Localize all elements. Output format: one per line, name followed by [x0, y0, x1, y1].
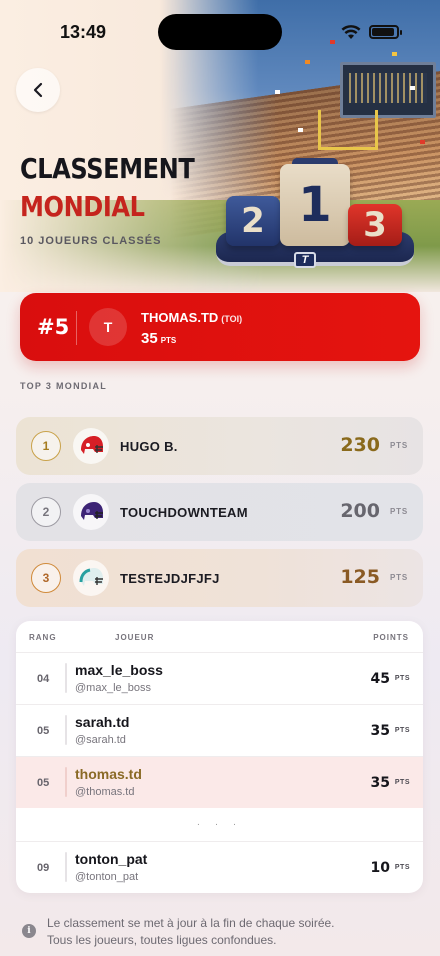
my-points-value: 35	[141, 330, 158, 347]
top3-card[interactable]: 3 TESTEJDJFJFJ 125 PTS	[16, 549, 423, 607]
confetti	[392, 52, 397, 56]
row-points-unit: PTS	[394, 675, 410, 682]
helmet-icon	[73, 494, 109, 530]
goalpost-graphic	[318, 110, 378, 150]
row-points-unit: PTS	[394, 864, 410, 871]
status-time: 13:49	[60, 22, 107, 42]
footer-note-line1: Le classement se met à jour à la fin de …	[47, 916, 335, 930]
row-divider	[65, 715, 67, 745]
leaderboard-table: RANG JOUEUR POINTS 04 max_le_boss @max_l…	[16, 621, 423, 893]
player-points: 230	[340, 434, 380, 456]
row-handle: @sarah.td	[75, 734, 126, 746]
ellipsis-separator: · · ·	[196, 819, 243, 830]
avatar: T	[89, 308, 127, 346]
row-points: 45	[370, 671, 390, 687]
helmet-icon	[73, 428, 109, 464]
back-button[interactable]	[16, 68, 60, 112]
row-name: thomas.td	[75, 766, 142, 782]
confetti	[420, 140, 425, 144]
row-name: max_le_boss	[75, 662, 163, 678]
confetti	[305, 60, 310, 64]
points-unit: PTS	[390, 507, 408, 516]
row-handle: @thomas.td	[75, 786, 135, 798]
wifi-icon	[341, 25, 361, 39]
my-username: THOMAS.TD	[141, 310, 219, 325]
confetti	[410, 86, 415, 90]
podium-graphic: 2 1 3 T	[212, 150, 416, 274]
table-row-current-user[interactable]: 05 thomas.td @thomas.td 35 PTS	[16, 756, 423, 808]
player-points: 125	[340, 566, 380, 588]
row-points: 35	[370, 723, 390, 739]
player-name: TESTEJDJFJFJ	[120, 571, 220, 586]
players-count: 10 JOUEURS CLASSÉS	[20, 235, 162, 247]
top3-section-label: TOP 3 MONDIAL	[20, 381, 108, 391]
confetti	[330, 40, 335, 44]
my-rank: #5	[37, 315, 70, 339]
rank-badge: 1	[31, 431, 61, 461]
row-rank: 05	[37, 777, 50, 789]
podium-third: 3	[348, 204, 402, 246]
podium-second-label: 2	[241, 201, 265, 241]
podium-second: 2	[226, 196, 280, 246]
player-name: HUGO B.	[120, 439, 178, 454]
row-name: tonton_pat	[75, 851, 148, 867]
my-points-unit: PTS	[160, 336, 177, 345]
table-row[interactable]: 04 max_le_boss @max_le_boss 45 PTS	[16, 652, 423, 704]
page-title-line2: MONDIAL	[20, 190, 145, 223]
row-rank: 05	[37, 725, 50, 737]
table-row[interactable]: 09 tonton_pat @tonton_pat 10 PTS	[16, 841, 423, 893]
row-points: 35	[370, 775, 390, 791]
row-points-unit: PTS	[394, 779, 410, 786]
divider	[76, 311, 77, 345]
column-header-points: POINTS	[373, 633, 409, 642]
battery-icon	[369, 25, 402, 39]
points-unit: PTS	[390, 573, 408, 582]
row-points-unit: PTS	[394, 727, 410, 734]
player-points: 200	[340, 500, 380, 522]
column-header-player: JOUEUR	[115, 633, 155, 642]
row-divider	[65, 767, 67, 797]
row-name: sarah.td	[75, 714, 130, 730]
helmet-icon	[73, 560, 109, 596]
rank-badge: 3	[31, 563, 61, 593]
page-title-line1: CLASSEMENT	[20, 152, 195, 185]
footer-note-line2: Tous les joueurs, toutes ligues confondu…	[47, 933, 277, 947]
table-row[interactable]: 05 sarah.td @sarah.td 35 PTS	[16, 704, 423, 756]
row-handle: @max_le_boss	[75, 682, 151, 694]
row-rank: 04	[37, 673, 50, 685]
podium-third-label: 3	[363, 205, 387, 245]
rank-badge: 2	[31, 497, 61, 527]
my-rank-card[interactable]: #5 T THOMAS.TD (TOI) 35 PTS	[20, 293, 420, 361]
confetti	[298, 128, 303, 132]
top3-card[interactable]: 1 HUGO B. 230 PTS	[16, 417, 423, 475]
points-unit: PTS	[390, 441, 408, 450]
chevron-left-icon	[33, 82, 43, 98]
row-handle: @tonton_pat	[75, 871, 139, 883]
me-tag: (TOI)	[221, 314, 243, 324]
top3-card[interactable]: 2 TOUCHDOWNTEAM 200 PTS	[16, 483, 423, 541]
row-divider	[65, 663, 67, 693]
my-points: 35 PTS	[141, 330, 176, 347]
row-points: 10	[370, 860, 390, 876]
dynamic-island	[158, 14, 282, 50]
column-header-rank: RANG	[29, 633, 57, 642]
player-name: TOUCHDOWNTEAM	[120, 505, 248, 520]
brand-logo: T	[294, 252, 316, 268]
info-icon: i	[22, 924, 36, 938]
row-rank: 09	[37, 862, 50, 874]
my-name: THOMAS.TD (TOI)	[141, 310, 242, 325]
podium-first: 1	[280, 164, 350, 246]
podium-first-label: 1	[298, 177, 332, 233]
confetti	[275, 90, 280, 94]
row-divider	[65, 852, 67, 882]
